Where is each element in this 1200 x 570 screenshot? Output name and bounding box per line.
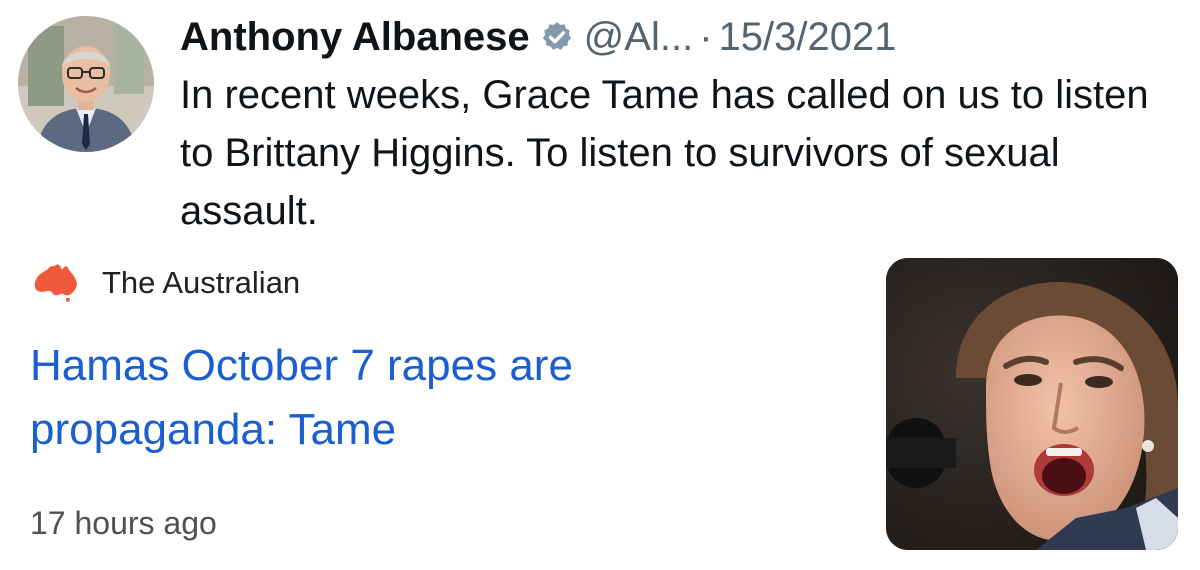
header-separator: · bbox=[699, 15, 713, 59]
author-handle[interactable]: @Al... bbox=[584, 10, 694, 64]
verified-badge-icon bbox=[540, 20, 574, 54]
author-name[interactable]: Anthony Albanese bbox=[180, 10, 530, 64]
news-headline-link[interactable]: Hamas October 7 rapes are propaganda: Ta… bbox=[30, 334, 790, 462]
article-thumbnail[interactable] bbox=[886, 258, 1178, 550]
avatar-photo bbox=[18, 16, 154, 152]
source-name: The Australian bbox=[102, 265, 301, 300]
author-avatar[interactable] bbox=[18, 16, 154, 152]
tweet-header: Anthony Albanese @Al... · 15/3/2021 bbox=[180, 10, 896, 64]
australia-map-icon bbox=[30, 262, 80, 304]
news-source[interactable]: The Australian bbox=[30, 262, 300, 304]
tweet-date[interactable]: 15/3/2021 bbox=[719, 10, 897, 64]
article-time-ago: 17 hours ago bbox=[30, 505, 217, 541]
tweet-text: In recent weeks, Grace Tame has called o… bbox=[180, 73, 1149, 233]
article-photo bbox=[886, 258, 1178, 550]
